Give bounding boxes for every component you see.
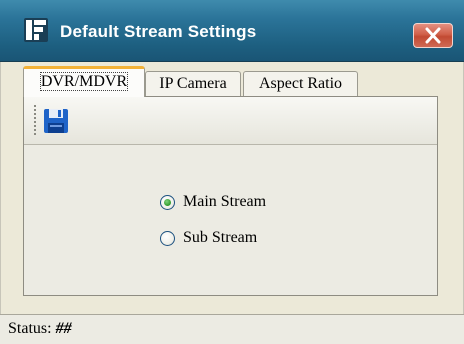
close-icon [425,27,441,44]
tab-label: Aspect Ratio [258,75,343,92]
toolbar-grip[interactable] [34,105,36,137]
tab-dvr-mdvr[interactable]: DVR/MDVR [23,66,145,97]
close-button[interactable] [413,23,453,48]
app-icon [24,18,48,42]
radio-button-checked[interactable] [160,194,175,210]
title-bar[interactable]: Default Stream Settings [0,0,464,62]
sub-stream-radio[interactable]: Sub Stream [160,227,257,249]
main-stream-label: Main Stream [183,193,267,210]
main-stream-radio[interactable]: Main Stream [160,191,266,213]
tab-label: DVR/MDVR [39,72,129,91]
tab-ip-camera[interactable]: IP Camera [145,71,241,97]
window-title: Default Stream Settings [60,22,257,41]
tab-aspect-ratio[interactable]: Aspect Ratio [243,71,358,97]
sub-stream-label: Sub Stream [183,229,258,246]
tab-content-panel: Main Stream Sub Stream [23,96,438,296]
tab-label: IP Camera [159,75,227,92]
toolbar [24,97,437,145]
status-text: Status: ## [8,320,72,338]
save-icon[interactable] [42,107,70,135]
status-value: ## [55,320,72,337]
status-label: Status: [8,320,52,337]
radio-button-unchecked[interactable] [160,230,175,246]
status-bar: Status: ## [0,314,464,344]
